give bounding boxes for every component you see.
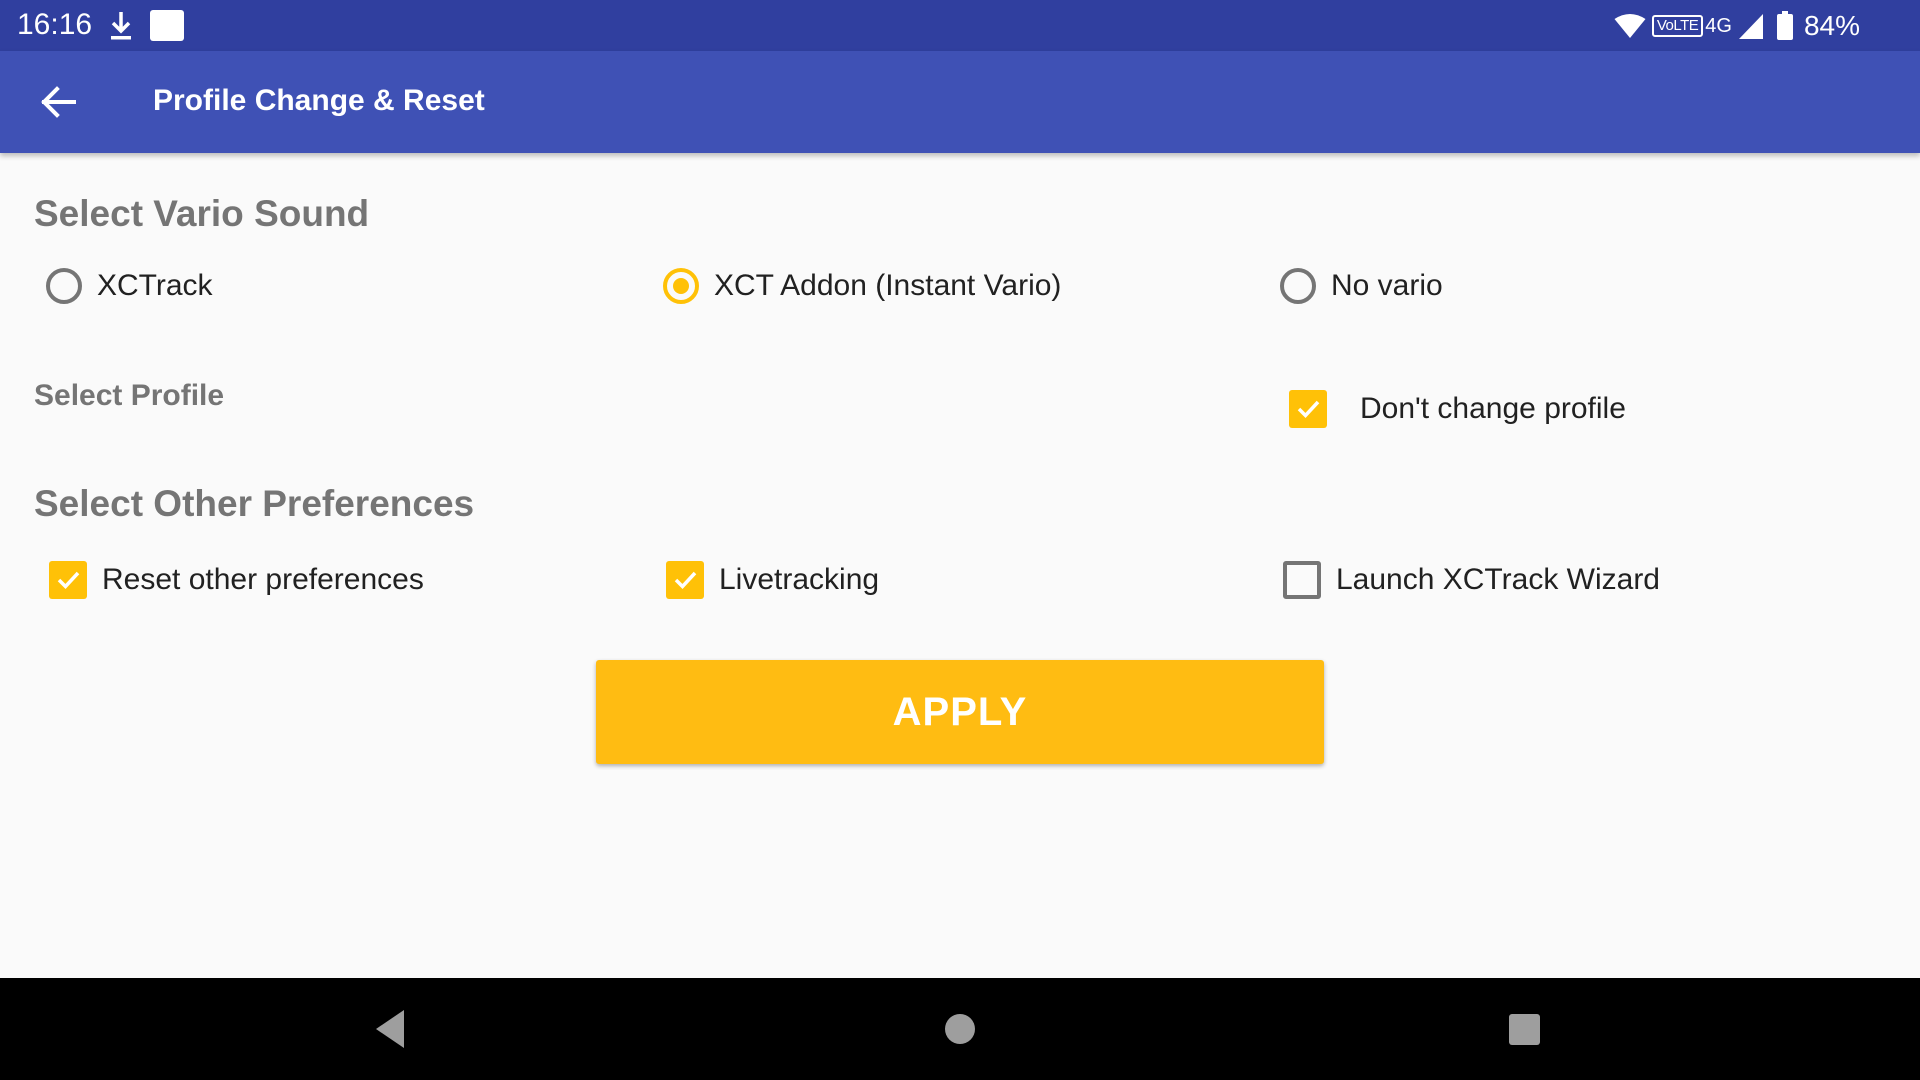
radio-label: XCT Addon (Instant Vario) bbox=[714, 269, 1062, 302]
radio-button-checked-icon[interactable] bbox=[663, 268, 699, 304]
battery-icon bbox=[1776, 11, 1794, 41]
radio-label: No vario bbox=[1331, 269, 1443, 302]
section-title-other-preferences: Select Other Preferences bbox=[34, 483, 475, 524]
checkbox-label: Don't change profile bbox=[1360, 392, 1626, 425]
checkbox-checked-icon[interactable] bbox=[666, 561, 704, 599]
back-button[interactable] bbox=[30, 73, 88, 131]
checkbox-launch-xctrack-wizard[interactable]: Launch XCTrack Wizard bbox=[1283, 561, 1660, 599]
volte-icon: VoLTE bbox=[1651, 15, 1704, 37]
radio-no-vario[interactable]: No vario bbox=[1280, 268, 1443, 304]
navigation-bar bbox=[0, 978, 1920, 1080]
page-title: Profile Change & Reset bbox=[153, 84, 485, 117]
nav-home-icon[interactable] bbox=[945, 1014, 975, 1044]
section-title-profile: Select Profile bbox=[34, 379, 225, 412]
checkbox-livetracking[interactable]: Livetracking bbox=[666, 561, 879, 599]
notification-square-icon bbox=[150, 10, 184, 41]
apply-button[interactable]: APPLY bbox=[596, 660, 1324, 764]
battery-percent: 84% bbox=[1803, 10, 1860, 41]
nav-recents-icon[interactable] bbox=[1509, 1014, 1540, 1045]
radio-button-icon[interactable] bbox=[1280, 268, 1316, 304]
radio-xctrack[interactable]: XCTrack bbox=[46, 268, 213, 304]
checkbox-reset-other-preferences[interactable]: Reset other preferences bbox=[49, 561, 424, 599]
checkbox-checked-icon[interactable] bbox=[49, 561, 87, 599]
app-bar: Profile Change & Reset bbox=[0, 51, 1920, 153]
radio-button-icon[interactable] bbox=[46, 268, 82, 304]
status-icons: VoLTE 4G 84% bbox=[1614, 8, 1860, 44]
radio-label: XCTrack bbox=[97, 269, 213, 302]
radio-xct-addon[interactable]: XCT Addon (Instant Vario) bbox=[663, 268, 1061, 304]
checkbox-label: Reset other preferences bbox=[102, 563, 424, 596]
checkbox-label: Livetracking bbox=[719, 563, 880, 596]
signal-icon bbox=[1738, 12, 1764, 40]
arrow-left-icon bbox=[41, 86, 76, 118]
status-time: 16:16 bbox=[17, 8, 93, 41]
download-icon bbox=[108, 10, 134, 42]
wifi-icon bbox=[1614, 13, 1646, 39]
checkbox-dont-change-profile[interactable]: Don't change profile bbox=[1289, 390, 1626, 428]
status-bar: 16:16 VoLTE 4G 84% bbox=[0, 0, 1920, 51]
checkbox-checked-icon[interactable] bbox=[1289, 390, 1327, 428]
section-title-vario-sound: Select Vario Sound bbox=[34, 193, 370, 234]
network-type: 4G bbox=[1705, 14, 1732, 37]
checkbox-unchecked-icon[interactable] bbox=[1283, 561, 1321, 599]
nav-back-icon[interactable] bbox=[372, 1002, 412, 1056]
checkbox-label: Launch XCTrack Wizard bbox=[1336, 563, 1660, 596]
